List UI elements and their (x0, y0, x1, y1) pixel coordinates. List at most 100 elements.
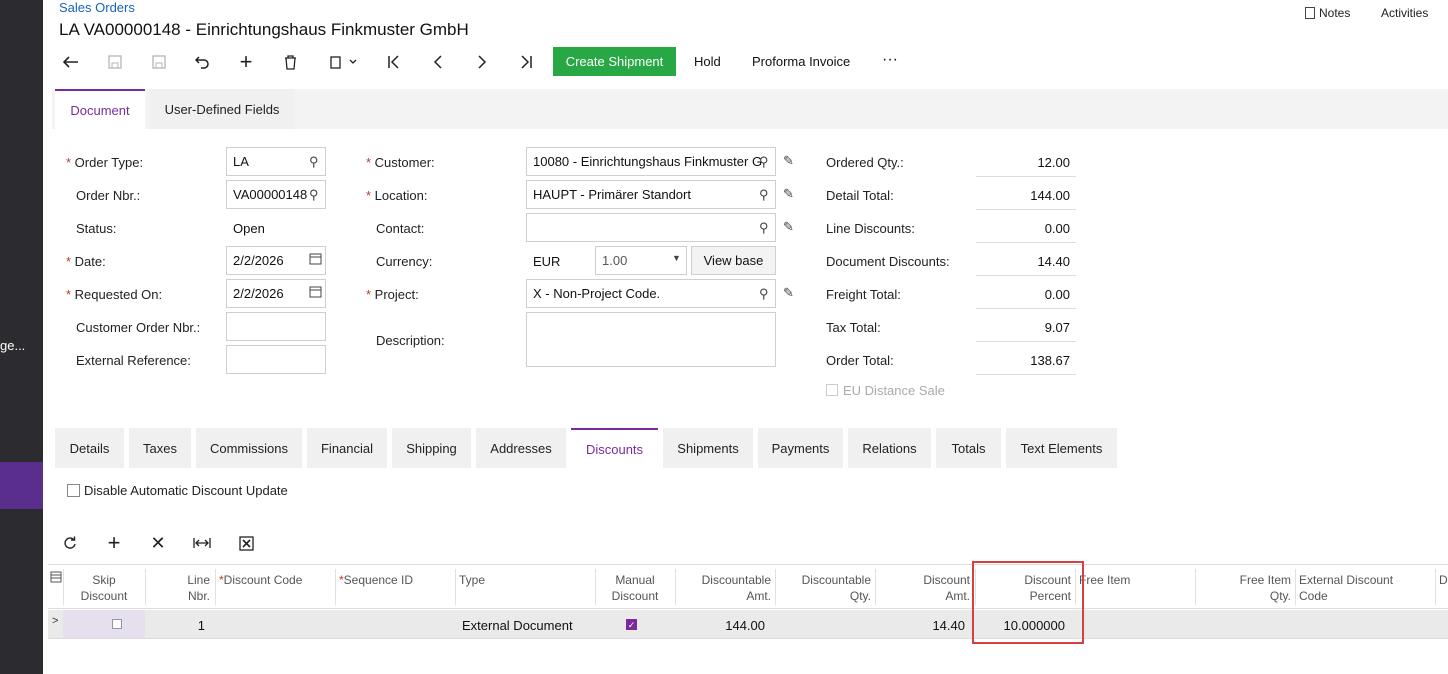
external-reference-field[interactable] (226, 345, 326, 374)
search-icon[interactable]: ⚲ (759, 187, 769, 203)
tab-shipments[interactable]: Shipments (663, 428, 753, 468)
tax-total-value: 9.07 (1044, 320, 1070, 335)
calendar-icon[interactable] (309, 252, 322, 268)
search-icon[interactable]: ⚲ (759, 154, 769, 170)
customer-label: * Customer: (366, 155, 435, 170)
column-divider (455, 569, 456, 605)
description-field[interactable] (526, 312, 776, 367)
previous-record-icon[interactable] (427, 49, 449, 75)
search-icon[interactable]: ⚲ (759, 220, 769, 236)
currency-label: Currency: (376, 254, 433, 269)
manual-discount-checkbox[interactable]: ✓ (626, 619, 637, 630)
first-record-icon[interactable] (383, 49, 405, 75)
currency-value: EUR (533, 254, 561, 269)
skip-discount-cell[interactable] (63, 610, 145, 638)
tab-relations[interactable]: Relations (848, 428, 931, 468)
tab-user-defined-fields[interactable]: User-Defined Fields (150, 89, 294, 129)
tab-taxes[interactable]: Taxes (129, 428, 191, 468)
document-discounts-label: Document Discounts: (826, 254, 950, 269)
next-record-icon[interactable] (471, 49, 493, 75)
nav-active-item[interactable] (0, 462, 43, 509)
notes-button[interactable]: Notes (1305, 6, 1350, 20)
fit-columns-icon[interactable] (191, 530, 213, 556)
copy-paste-icon[interactable] (323, 49, 363, 75)
add-icon[interactable]: + (235, 49, 257, 75)
eu-distance-sale-checkbox[interactable] (826, 384, 838, 396)
edit-pencil-icon[interactable]: ✎ (783, 186, 794, 202)
edit-pencil-icon[interactable]: ✎ (783, 219, 794, 235)
chevron-down-icon[interactable]: ▼ (672, 253, 681, 263)
tab-details[interactable]: Details (55, 428, 124, 468)
col-skip-discount[interactable]: Skip Discount (63, 572, 145, 604)
back-icon[interactable] (60, 49, 82, 75)
save-close-icon[interactable] (148, 49, 170, 75)
save-icon[interactable] (104, 49, 126, 75)
edit-pencil-icon[interactable]: ✎ (783, 285, 794, 301)
more-actions-button[interactable]: ··· (882, 51, 898, 69)
add-row-icon[interactable]: + (103, 530, 125, 556)
col-discountable-qty[interactable]: Discountable Qty. (775, 572, 871, 604)
tab-document[interactable]: Document (55, 89, 145, 129)
status-label: Status: (76, 221, 117, 236)
row-expand-chevron-icon[interactable]: > (52, 615, 58, 627)
search-icon[interactable]: ⚲ (309, 154, 319, 170)
project-field[interactable]: X - Non-Project Code. (526, 279, 776, 308)
tab-financial[interactable]: Financial (307, 428, 387, 468)
activities-button[interactable]: Activities (1381, 6, 1428, 20)
page-title: LA VA00000148 - Einrichtungshaus Finkmus… (59, 20, 469, 39)
col-truncated[interactable]: D (1439, 572, 1448, 588)
tab-commissions[interactable]: Commissions (196, 428, 302, 468)
table-row[interactable]: > 1 External Document ✓ 144.00 14.40 10.… (48, 610, 1448, 639)
tab-addresses[interactable]: Addresses (476, 428, 566, 468)
disable-auto-discount-checkbox[interactable] (67, 484, 80, 497)
search-icon[interactable]: ⚲ (759, 286, 769, 302)
nav-truncated-label[interactable]: ge... (0, 338, 25, 353)
customer-order-nbr-field[interactable] (226, 312, 326, 341)
col-manual-discount[interactable]: Manual Discount (595, 572, 675, 604)
divider (976, 374, 1076, 375)
ordered-qty-value: 12.00 (1037, 155, 1070, 170)
tab-payments[interactable]: Payments (758, 428, 843, 468)
highlight-box (972, 561, 1084, 644)
col-discount-amt[interactable]: Discount Amt. (875, 572, 970, 604)
last-record-icon[interactable] (515, 49, 537, 75)
col-free-item[interactable]: Free Item (1079, 572, 1130, 588)
tab-totals[interactable]: Totals (936, 428, 1001, 468)
delete-icon[interactable] (279, 49, 301, 75)
edit-pencil-icon[interactable]: ✎ (783, 153, 794, 169)
lower-tab-bar: Details Taxes Commissions Financial Ship… (52, 428, 1448, 468)
line-discounts-value: 0.00 (1044, 221, 1070, 236)
grid-settings-icon[interactable] (50, 571, 62, 587)
location-field[interactable]: HAUPT - Primärer Standort (526, 180, 776, 209)
search-icon[interactable]: ⚲ (309, 187, 319, 203)
view-base-button[interactable]: View base (691, 246, 776, 275)
hold-button[interactable]: Hold (694, 54, 721, 69)
col-discountable-amt[interactable]: Discountable Amt. (675, 572, 771, 604)
create-shipment-button[interactable]: Create Shipment (553, 47, 676, 76)
col-sequence-id[interactable]: *Sequence ID (339, 572, 413, 588)
disable-auto-discount-label: Disable Automatic Discount Update (84, 483, 288, 498)
proforma-invoice-button[interactable]: Proforma Invoice (752, 54, 850, 69)
notes-label: Notes (1319, 6, 1351, 20)
tab-discounts[interactable]: Discounts (571, 428, 658, 468)
contact-field[interactable] (526, 213, 776, 242)
breadcrumb[interactable]: Sales Orders (59, 0, 135, 15)
calendar-icon[interactable] (309, 285, 322, 301)
refresh-icon[interactable] (59, 530, 81, 556)
tab-text-elements[interactable]: Text Elements (1006, 428, 1117, 468)
customer-field[interactable]: 10080 - Einrichtungshaus Finkmuster G (526, 147, 776, 176)
divider (976, 176, 1076, 177)
col-line-nbr[interactable]: Line Nbr. (145, 572, 210, 604)
delete-row-icon[interactable]: ✕ (147, 530, 169, 556)
skip-discount-checkbox[interactable] (112, 619, 122, 629)
col-external-discount-code[interactable]: External Discount Code (1299, 572, 1393, 604)
col-discount-code[interactable]: *Discount Code (219, 572, 302, 588)
undo-icon[interactable] (191, 49, 213, 75)
column-divider (1435, 569, 1436, 605)
tab-shipping[interactable]: Shipping (392, 428, 471, 468)
col-type[interactable]: Type (459, 572, 485, 588)
col-free-item-qty[interactable]: Free Item Qty. (1195, 572, 1291, 604)
description-label: Description: (376, 333, 445, 348)
export-excel-icon[interactable] (235, 530, 257, 556)
discountable-amt-cell: 144.00 (725, 618, 765, 633)
